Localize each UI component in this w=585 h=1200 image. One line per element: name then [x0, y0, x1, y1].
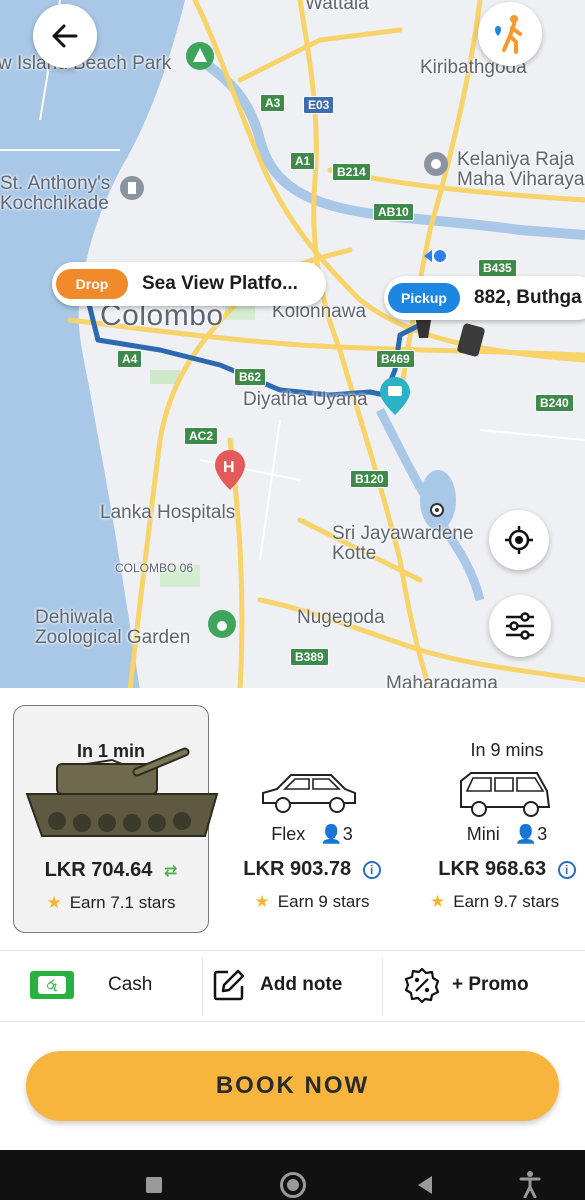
- cash-icon: රු: [30, 971, 74, 999]
- ride-stars: ★ Earn 9 stars: [254, 892, 370, 911]
- road-tag-b389: B389: [290, 648, 329, 666]
- car-icon: [262, 774, 356, 813]
- home-button[interactable]: [280, 1172, 306, 1198]
- divider: [202, 958, 203, 1016]
- system-nav-bar: [0, 1150, 585, 1200]
- map-label-kelaniya: Kelaniya Raja Maha Viharaya: [457, 149, 585, 190]
- person-icon: 👤: [320, 824, 343, 844]
- back-nav-button[interactable]: [418, 1176, 432, 1194]
- map-label-wattala: Wattala: [305, 0, 369, 14]
- pickup-tag: Pickup: [388, 283, 460, 313]
- payment-label: Cash: [108, 974, 153, 995]
- road-tag-b435: B435: [478, 259, 517, 277]
- road-tag-b214: B214: [332, 163, 371, 181]
- promo-button[interactable]: + Promo: [404, 967, 529, 1003]
- walking-guide-button[interactable]: [478, 2, 542, 66]
- map-label-lanka-hospitals: Lanka Hospitals: [100, 502, 236, 523]
- star-icon: ★: [46, 893, 62, 912]
- tank-icon: [25, 747, 219, 837]
- road-tag-a1: A1: [290, 152, 316, 170]
- accessibility-icon[interactable]: [519, 1170, 541, 1198]
- walking-person-icon: [495, 15, 522, 54]
- ride-price: LKR 903.78 i: [222, 858, 402, 881]
- arrow-left-icon: [52, 24, 78, 48]
- ride-stars: ★ Earn 7.1 stars: [46, 893, 176, 912]
- add-note-label: Add note: [260, 974, 343, 995]
- ride-option-flex[interactable]: Flex 👤3 LKR 903.78 i ★ Earn 9 stars: [222, 705, 402, 933]
- ride-stars: ★ Earn 9.7 stars: [430, 892, 560, 911]
- road-tag-b469: B469: [376, 350, 415, 368]
- divider: [0, 950, 585, 951]
- divider: [382, 958, 383, 1016]
- info-icon[interactable]: i: [362, 860, 381, 879]
- recent-apps-button[interactable]: [146, 1177, 162, 1193]
- svg-text:H: H: [223, 459, 235, 476]
- divider: [0, 1021, 585, 1022]
- road-tag-b62: B62: [234, 368, 267, 386]
- drop-location-text: Sea View Platfo...: [142, 273, 298, 294]
- map-label-dehiwala: Dehiwala Zoological Garden: [35, 607, 191, 648]
- ride-capacity: Mini 👤3: [466, 824, 548, 844]
- ride-price: LKR 968.63 i: [412, 858, 585, 881]
- star-icon: ★: [254, 892, 270, 911]
- ride-price: LKR 704.64 ⇄: [44, 859, 178, 881]
- back-button[interactable]: [33, 4, 97, 68]
- promo-badge-icon: [404, 967, 440, 1003]
- road-tag-ab10: AB10: [373, 203, 414, 221]
- map-view[interactable]: H Wattala w Island Beach Park Kiribathgo…: [0, 0, 585, 690]
- pickup-location-pill[interactable]: Pickup 882, Buthga: [384, 276, 585, 320]
- star-icon: ★: [430, 892, 446, 911]
- road-tag-e03: E03: [303, 96, 335, 114]
- drop-location-pill[interactable]: Drop Sea View Platfo...: [52, 262, 326, 306]
- map-label-diyatha: Diyatha Uyana: [243, 389, 368, 410]
- road-tag-b120: B120: [350, 470, 389, 488]
- road-tag-ac2: AC2: [184, 427, 219, 445]
- map-label-sri-jaya: Sri Jayawardene Kotte: [332, 523, 474, 564]
- ride-option-1[interactable]: In 1 min LKR 704.64 ⇄ ★ Earn 7.1 stars: [13, 705, 219, 933]
- ride-eta: In 9 mins: [470, 740, 544, 760]
- pickup-location-text: 882, Buthga: [474, 287, 582, 308]
- road-tag-a3: A3: [260, 94, 286, 112]
- map-background: H: [0, 0, 585, 690]
- promo-label: + Promo: [452, 974, 529, 995]
- person-icon: 👤: [514, 824, 538, 844]
- drop-tag: Drop: [56, 269, 128, 299]
- my-location-button[interactable]: [489, 510, 549, 570]
- edit-note-icon: [213, 969, 245, 1001]
- map-filter-button[interactable]: [489, 595, 551, 657]
- sliders-icon: [506, 612, 534, 640]
- crosshair-icon: [505, 526, 533, 554]
- ride-capacity: Flex 👤3: [271, 824, 353, 844]
- road-tag-a4: A4: [117, 350, 143, 368]
- ride-option-mini[interactable]: In 9 mins Mini 👤3 LKR 968.63 i ★ Earn 9.7…: [412, 705, 585, 933]
- map-label-colombo06: COLOMBO 06: [115, 561, 194, 575]
- add-note-button[interactable]: Add note: [212, 968, 342, 1002]
- book-now-button[interactable]: BOOK NOW: [26, 1051, 559, 1121]
- map-label-nugegoda: Nugegoda: [297, 607, 385, 628]
- payment-method-button[interactable]: රු Cash: [30, 970, 152, 1000]
- map-label-st-anthonys: St. Anthony's Kochchikade: [0, 173, 111, 214]
- info-icon[interactable]: i: [557, 860, 576, 879]
- road-tag-b240: B240: [535, 394, 574, 412]
- surge-icon: ⇄: [164, 863, 178, 880]
- van-icon: [460, 772, 551, 817]
